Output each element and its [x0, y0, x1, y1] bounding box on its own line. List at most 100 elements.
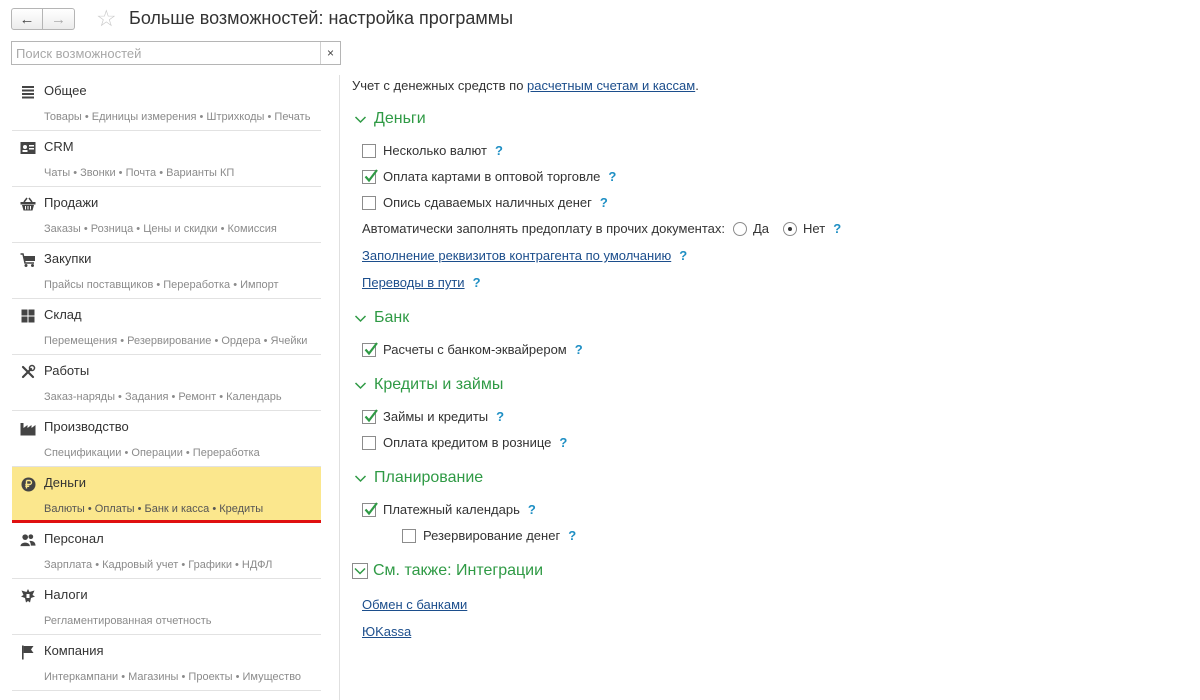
- arrow-right-icon: →: [51, 10, 66, 28]
- acquirer-checkbox[interactable]: [362, 341, 378, 357]
- collapse-toggle: [352, 563, 368, 579]
- eagle-icon: [20, 588, 36, 604]
- panel-divider: [339, 75, 340, 700]
- help-icon[interactable]: ?: [528, 502, 536, 517]
- payment-calendar-checkbox[interactable]: [362, 501, 378, 517]
- sidebar-item-subtitle: Интеркампани • Магазины • Проекты • Имущ…: [44, 671, 302, 683]
- sidebar-item-label: Общее: [44, 83, 87, 98]
- multi-currency-checkbox[interactable]: [362, 143, 376, 158]
- loans-checkbox[interactable]: [362, 408, 378, 424]
- ruble-icon: [20, 476, 36, 492]
- loans-option: Займы и кредиты ?: [362, 408, 504, 424]
- checkmark-icon: [364, 168, 378, 182]
- sidebar-item-label: Закупки: [44, 251, 92, 266]
- loans-label: Займы и кредиты: [383, 409, 489, 424]
- sidebar-item-subtitle: Валюты • Оплаты • Банк и касса • Кредиты: [44, 503, 264, 515]
- card-payments-checkbox[interactable]: [362, 168, 378, 184]
- cash-inventory-option: Опись сдаваемых наличных денег ?: [362, 195, 608, 210]
- list-icon: [20, 84, 36, 100]
- people-icon: [20, 532, 36, 548]
- acquirer-option: Расчеты с банком-эквайрером ?: [362, 341, 583, 357]
- help-icon[interactable]: ?: [608, 169, 616, 184]
- help-icon[interactable]: ?: [600, 195, 608, 210]
- help-icon[interactable]: ?: [679, 248, 687, 263]
- back-button[interactable]: ←: [11, 8, 43, 30]
- sidebar-item-label: Налоги: [44, 587, 88, 602]
- group-planning-title: Планирование: [374, 469, 484, 486]
- group-see-also-title: См. также: Интеграции: [373, 562, 544, 579]
- sidebar-item-subtitle: Заказ-наряды • Задания • Ремонт • Календ…: [44, 391, 282, 403]
- group-bank-header[interactable]: Банк: [354, 309, 409, 327]
- sidebar-item-subtitle: Заказы • Розница • Цены и скидки • Комис…: [44, 223, 277, 235]
- auto-prepay-label: Автоматически заполнять предоплату в про…: [362, 221, 725, 236]
- retail-credit-label: Оплата кредитом в рознице: [383, 435, 552, 450]
- help-icon[interactable]: ?: [495, 143, 503, 158]
- search-box: ×: [11, 41, 341, 65]
- group-money-header[interactable]: Деньги: [354, 110, 426, 128]
- help-icon[interactable]: ?: [496, 409, 504, 424]
- chevron-down-icon: [354, 115, 367, 123]
- sidebar-item-label: Работы: [44, 363, 90, 378]
- radio-yes[interactable]: [733, 221, 747, 236]
- cash-inventory-checkbox[interactable]: [362, 195, 376, 210]
- sidebar-item-warehouse[interactable]: Склад Перемещения • Резервирование • Орд…: [12, 299, 321, 355]
- sidebar-item-label: Компания: [44, 643, 104, 658]
- retail-credit-checkbox[interactable]: [362, 435, 376, 450]
- help-icon[interactable]: ?: [473, 275, 481, 290]
- group-credits-header[interactable]: Кредиты и займы: [354, 376, 503, 394]
- group-money-title: Деньги: [374, 110, 426, 127]
- payment-calendar-label: Платежный календарь: [383, 502, 520, 517]
- chevron-down-icon: [354, 314, 367, 322]
- page-title: Больше возможностей: настройка программы: [129, 8, 514, 28]
- chevron-down-icon: [354, 474, 367, 482]
- help-icon[interactable]: ?: [559, 435, 567, 450]
- tools-icon: [20, 364, 36, 380]
- sidebar-item-personnel[interactable]: Персонал Зарплата • Кадровый учет • Граф…: [12, 523, 321, 579]
- transfers-in-transit-link[interactable]: Переводы в пути: [362, 275, 465, 290]
- help-icon[interactable]: ?: [575, 342, 583, 357]
- cash-inventory-label: Опись сдаваемых наличных денег: [383, 195, 592, 210]
- sidebar-item-label: Производство: [44, 419, 129, 434]
- help-icon[interactable]: ?: [568, 528, 576, 543]
- checkmark-icon: [364, 501, 378, 515]
- help-icon[interactable]: ?: [833, 221, 841, 236]
- favorite-star-icon[interactable]: ☆: [96, 6, 117, 30]
- counterparty-defaults-link[interactable]: Заполнение реквизитов контрагента по умо…: [362, 248, 671, 263]
- counterparty-defaults-row: Заполнение реквизитов контрагента по умо…: [362, 248, 687, 263]
- sidebar-item-general[interactable]: Общее Товары • Единицы измерения • Штрих…: [12, 75, 321, 131]
- sidebar-item-company[interactable]: Компания Интеркампани • Магазины • Проек…: [12, 635, 321, 691]
- bank-exchange-link[interactable]: Обмен с банками: [362, 597, 467, 612]
- sidebar-item-label: Продажи: [44, 195, 99, 210]
- accounts-and-cashboxes-link[interactable]: расчетным счетам и кассам: [527, 78, 695, 93]
- acquirer-label: Расчеты с банком-эквайрером: [383, 342, 567, 357]
- money-reserve-label: Резервирование денег: [423, 528, 561, 543]
- sidebar-item-crm[interactable]: CRM Чаты • Звонки • Почта • Варианты КП: [12, 131, 321, 187]
- money-reserve-checkbox[interactable]: [402, 528, 416, 543]
- sidebar-item-production[interactable]: Производство Спецификации • Операции • П…: [12, 411, 321, 467]
- checkmark-icon: [364, 408, 378, 422]
- sidebar-item-sales[interactable]: Продажи Заказы • Розница • Цены и скидки…: [12, 187, 321, 243]
- multi-currency-label: Несколько валют: [383, 143, 487, 158]
- sidebar-item-money[interactable]: Деньги Валюты • Оплаты • Банк и касса • …: [12, 467, 321, 523]
- intro-label: Учет с денежных средств по: [352, 78, 528, 93]
- factory-icon: [20, 420, 36, 436]
- radio-no[interactable]: [783, 221, 798, 236]
- ukassa-link[interactable]: ЮKassa: [362, 624, 411, 639]
- checkmark-icon: [364, 341, 378, 355]
- sidebar-item-subtitle: Перемещения • Резервирование • Ордера • …: [44, 335, 308, 347]
- clear-search-button[interactable]: ×: [320, 42, 340, 64]
- warehouse-icon: [20, 308, 36, 324]
- group-see-also-header[interactable]: См. также: Интеграции: [352, 562, 543, 580]
- sidebar-item-taxes[interactable]: Налоги Регламентированная отчетность: [12, 579, 321, 635]
- sections-sidebar: Общее Товары • Единицы измерения • Штрих…: [12, 75, 321, 691]
- sidebar-item-purchases[interactable]: Закупки Прайсы поставщиков • Переработка…: [12, 243, 321, 299]
- sidebar-item-label: Склад: [44, 307, 82, 322]
- search-input[interactable]: [12, 42, 320, 64]
- flag-icon: [20, 644, 36, 660]
- sidebar-item-label: Деньги: [44, 475, 86, 490]
- chevron-down-icon: [354, 381, 367, 389]
- sidebar-item-works[interactable]: Работы Заказ-наряды • Задания • Ремонт •…: [12, 355, 321, 411]
- group-planning-header[interactable]: Планирование: [354, 469, 483, 487]
- forward-button[interactable]: →: [43, 8, 75, 30]
- cart-icon: [20, 252, 36, 268]
